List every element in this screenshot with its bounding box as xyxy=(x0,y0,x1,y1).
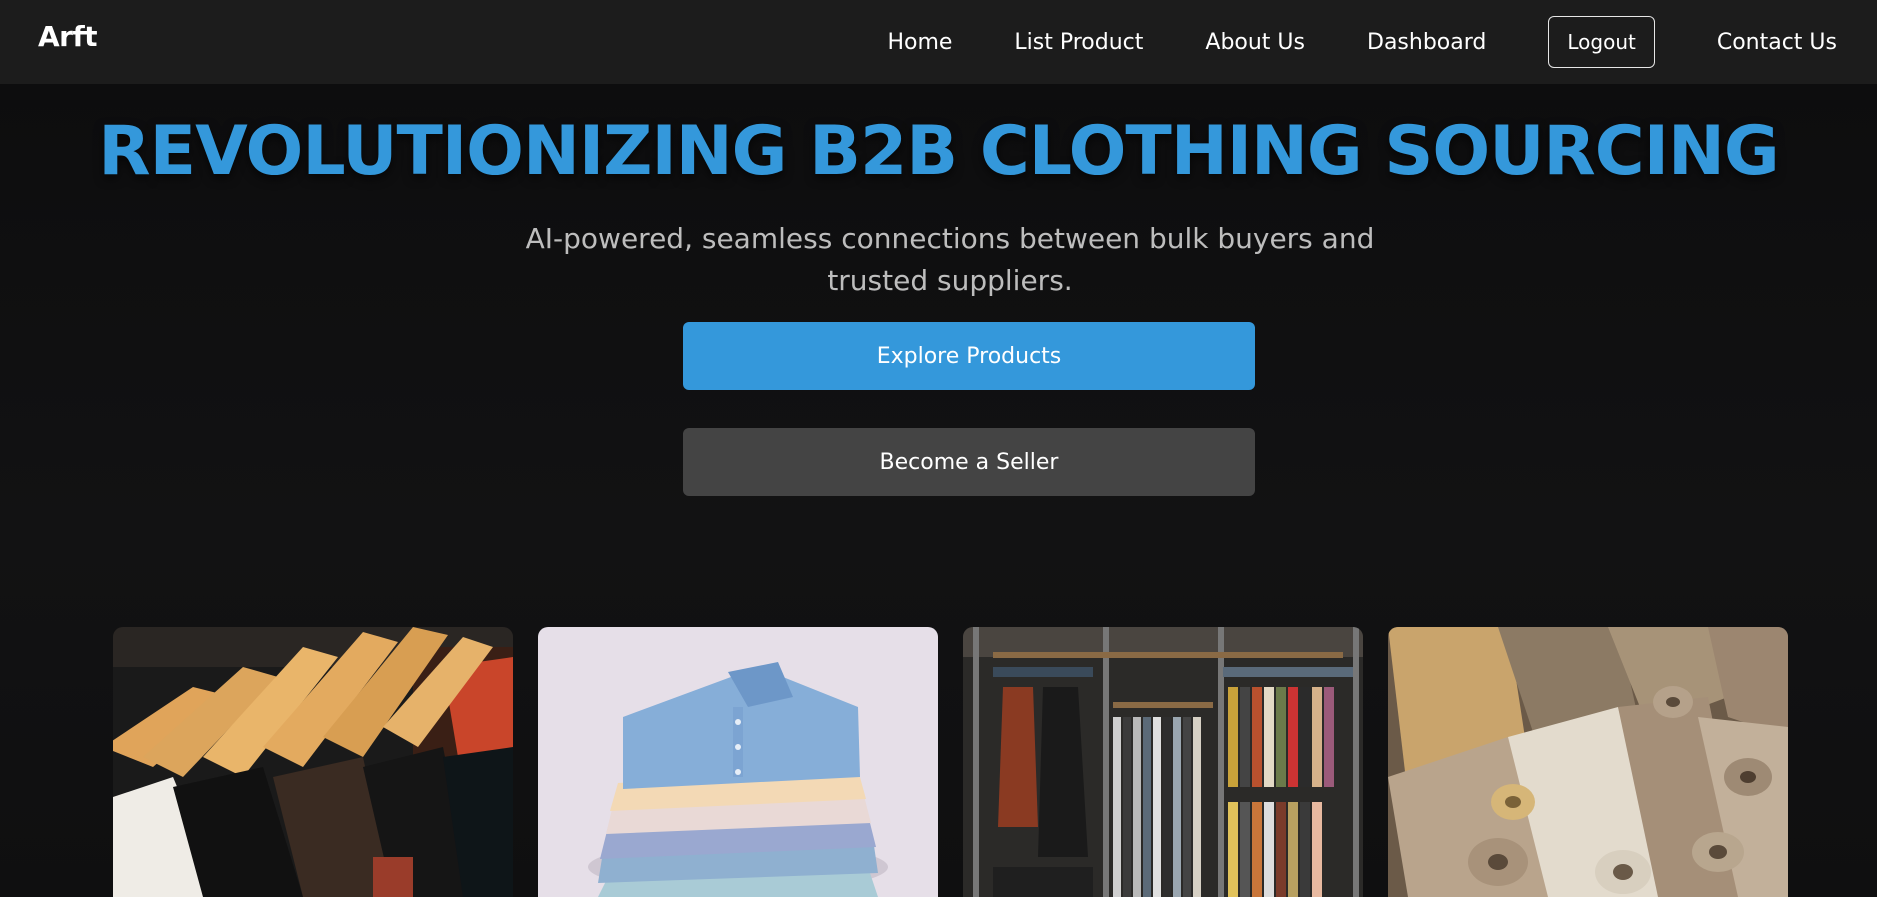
explore-products-button[interactable]: Explore Products xyxy=(683,322,1255,390)
nav-list-product-link[interactable]: List Product xyxy=(1014,30,1143,55)
gallery-image-fabric-rolls[interactable] xyxy=(1388,627,1788,897)
gallery-image-hangers[interactable] xyxy=(113,627,513,897)
nav-dashboard-link[interactable]: Dashboard xyxy=(1367,30,1486,55)
hero-title: REVOLUTIONIZING B2B CLOTHING SOURCING xyxy=(98,112,1779,191)
nav-links: Home List Product About Us Dashboard Log… xyxy=(887,0,1837,84)
hero-subtitle: AI-powered, seamless connections between… xyxy=(525,222,1375,297)
nav-home-link[interactable]: Home xyxy=(887,30,952,55)
nav-contact-us-link[interactable]: Contact Us xyxy=(1717,30,1837,55)
brand-logo[interactable]: Arft xyxy=(38,20,98,53)
folded-shirts-stack-photo xyxy=(538,627,938,897)
clothes-on-hangers-photo xyxy=(113,627,513,897)
nav-about-us-link[interactable]: About Us xyxy=(1205,30,1305,55)
logout-button[interactable]: Logout xyxy=(1548,16,1655,68)
image-gallery xyxy=(113,627,1788,897)
become-seller-button[interactable]: Become a Seller xyxy=(683,428,1255,496)
top-navbar: Arft Home List Product About Us Dashboar… xyxy=(0,0,1877,84)
hero-section: REVOLUTIONIZING B2B CLOTHING SOURCING AI… xyxy=(0,84,1877,897)
fabric-rolls-photo xyxy=(1388,627,1788,897)
clothing-store-racks-photo xyxy=(963,627,1363,897)
gallery-image-store-racks[interactable] xyxy=(963,627,1363,897)
gallery-image-folded-shirts[interactable] xyxy=(538,627,938,897)
